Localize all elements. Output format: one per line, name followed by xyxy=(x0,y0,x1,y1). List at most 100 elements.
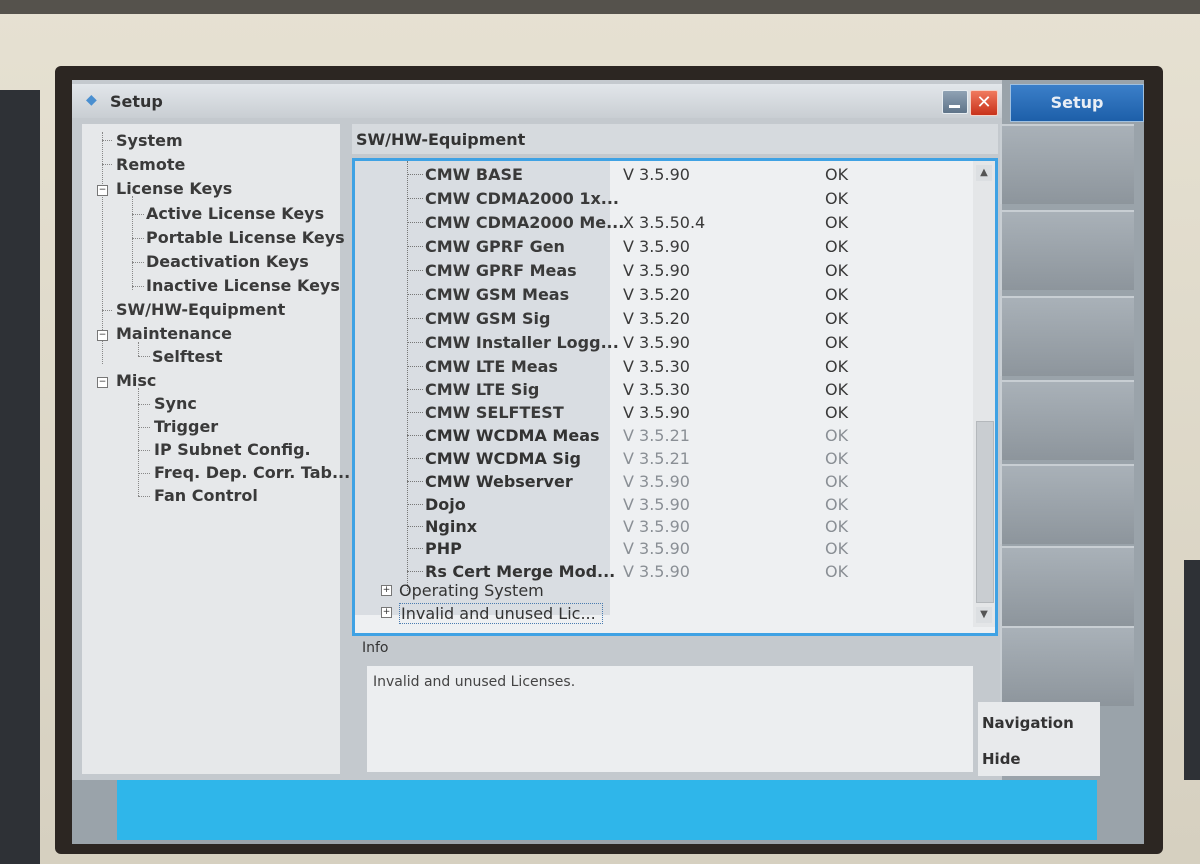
row-status: OK xyxy=(825,333,849,352)
table-row[interactable]: CMW Installer Logg... V 3.5.90 OK xyxy=(355,331,960,355)
table-row[interactable]: CMW GSM Sig V 3.5.20 OK xyxy=(355,307,960,331)
bezel-left-edge xyxy=(0,90,40,864)
softkey[interactable] xyxy=(1000,464,1134,544)
tree-item-sync[interactable]: Sync xyxy=(154,394,197,413)
row-version: V 3.5.90 xyxy=(623,333,690,352)
setup-window: ◆ Setup ✕ System Remote − License Keys A… xyxy=(72,80,1002,780)
tree-item-system[interactable]: System xyxy=(116,131,183,150)
row-name: PHP xyxy=(425,539,462,558)
tree-connector xyxy=(102,310,112,311)
tree-item-sw-hw-equipment[interactable]: SW/HW-Equipment xyxy=(116,300,285,319)
table-row[interactable]: CMW Webserver V 3.5.90 OK xyxy=(355,470,960,494)
tree-item-fan-control[interactable]: Fan Control xyxy=(154,486,258,505)
row-status: OK xyxy=(825,213,849,232)
tree-connector xyxy=(102,140,112,141)
tree-item-license-keys[interactable]: License Keys xyxy=(116,179,232,198)
row-version: V 3.5.90 xyxy=(623,472,690,491)
softkey[interactable] xyxy=(1000,380,1134,460)
row-status: OK xyxy=(825,309,849,328)
row-name: Nginx xyxy=(425,517,478,536)
row-name: CMW SELFTEST xyxy=(425,403,564,422)
setup-softkey[interactable]: Setup xyxy=(1010,84,1144,122)
collapse-icon[interactable]: − xyxy=(97,330,108,341)
table-row[interactable]: CMW SELFTEST V 3.5.90 OK xyxy=(355,401,960,425)
softkey[interactable] xyxy=(1000,210,1134,290)
row-name: CMW GPRF Gen xyxy=(425,237,565,256)
table-row[interactable]: Dojo V 3.5.90 OK xyxy=(355,493,960,517)
softkey-panel: Setup Navigation Hide xyxy=(978,80,1144,780)
table-row[interactable]: CMW LTE Sig V 3.5.30 OK xyxy=(355,378,960,402)
row-status: OK xyxy=(825,495,849,514)
row-status: OK xyxy=(825,403,849,422)
softkey[interactable] xyxy=(1000,296,1134,376)
minimize-button[interactable] xyxy=(942,90,968,114)
tree-item-portable-license-keys[interactable]: Portable License Keys xyxy=(146,228,345,247)
tree-connector xyxy=(407,548,423,549)
hide-label[interactable]: Hide xyxy=(982,750,1021,768)
tree-item-trigger[interactable]: Trigger xyxy=(154,417,218,436)
navigation-label: Navigation xyxy=(982,714,1074,732)
table-row[interactable]: CMW BASE V 3.5.90 OK xyxy=(355,163,960,187)
expand-icon[interactable]: + xyxy=(381,585,392,596)
minimize-icon xyxy=(949,105,960,108)
row-name: CMW GSM Sig xyxy=(425,309,551,328)
tree-connector xyxy=(407,435,423,436)
row-version: V 3.5.90 xyxy=(623,403,690,422)
softkey[interactable] xyxy=(1000,626,1134,706)
tree-connector xyxy=(407,526,423,527)
tree-connector xyxy=(407,246,423,247)
tree-item-ip-subnet-config[interactable]: IP Subnet Config. xyxy=(154,440,311,459)
table-row[interactable]: CMW WCDMA Sig V 3.5.21 OK xyxy=(355,447,960,471)
row-name: CMW WCDMA Meas xyxy=(425,426,600,445)
tree-connector xyxy=(407,571,423,572)
row-name: CMW BASE xyxy=(425,165,523,184)
tree-connector xyxy=(407,458,423,459)
navigation-softkey[interactable]: Navigation Hide xyxy=(978,702,1100,776)
screen: ◆ Setup ✕ System Remote − License Keys A… xyxy=(72,80,1144,844)
tree-item-freq-dep-corr-tab[interactable]: Freq. Dep. Corr. Tab... xyxy=(154,463,350,482)
softkey[interactable] xyxy=(1000,124,1134,204)
table-row[interactable]: CMW CDMA2000 1x... OK xyxy=(355,187,960,211)
table-row[interactable]: CMW WCDMA Meas V 3.5.21 OK xyxy=(355,424,960,448)
info-label: Info xyxy=(362,640,389,656)
tree-connector xyxy=(407,481,423,482)
row-version: V 3.5.90 xyxy=(623,539,690,558)
bezel-right-edge xyxy=(1184,560,1200,780)
tree-connector xyxy=(132,196,133,290)
table-row[interactable]: Nginx V 3.5.90 OK xyxy=(355,515,960,539)
tree-item-remote[interactable]: Remote xyxy=(116,155,185,174)
tree-connector xyxy=(138,473,150,474)
tree-connector xyxy=(407,222,423,223)
expand-icon[interactable]: + xyxy=(381,607,392,618)
tree-item-active-license-keys[interactable]: Active License Keys xyxy=(146,204,324,223)
table-row[interactable]: CMW GSM Meas V 3.5.20 OK xyxy=(355,283,960,307)
table-row[interactable]: PHP V 3.5.90 OK xyxy=(355,537,960,561)
table-row[interactable]: CMW GPRF Meas V 3.5.90 OK xyxy=(355,259,960,283)
tree-connector xyxy=(407,270,423,271)
row-version: V 3.5.90 xyxy=(623,165,690,184)
tree-item-deactivation-keys[interactable]: Deactivation Keys xyxy=(146,252,309,271)
row-name: Dojo xyxy=(425,495,466,514)
bezel-top-edge xyxy=(0,0,1200,14)
tree-item-maintenance[interactable]: Maintenance xyxy=(116,324,232,343)
row-version: V 3.5.90 xyxy=(623,517,690,536)
status-bar xyxy=(117,780,1097,840)
tree-connector xyxy=(407,504,423,505)
row-status: OK xyxy=(825,380,849,399)
row-name: CMW LTE Sig xyxy=(425,380,540,399)
tree-item-misc[interactable]: Misc xyxy=(116,371,156,390)
table-row[interactable]: CMW CDMA2000 Me... X 3.5.50.4 OK xyxy=(355,211,960,235)
row-version: X 3.5.50.4 xyxy=(623,213,706,232)
tree-item-inactive-license-keys[interactable]: Inactive License Keys xyxy=(146,276,340,295)
table-row[interactable]: CMW GPRF Gen V 3.5.90 OK xyxy=(355,235,960,259)
tree-connector xyxy=(138,450,150,451)
collapse-icon[interactable]: − xyxy=(97,377,108,388)
softkey[interactable] xyxy=(1000,546,1134,626)
tree-connector xyxy=(138,404,150,405)
collapse-icon[interactable]: − xyxy=(97,185,108,196)
row-version: V 3.5.90 xyxy=(623,237,690,256)
table-row[interactable]: CMW LTE Meas V 3.5.30 OK xyxy=(355,355,960,379)
tree-connector xyxy=(138,356,150,357)
tree-item-selftest[interactable]: Selftest xyxy=(152,347,223,366)
tree-connector xyxy=(407,198,423,199)
